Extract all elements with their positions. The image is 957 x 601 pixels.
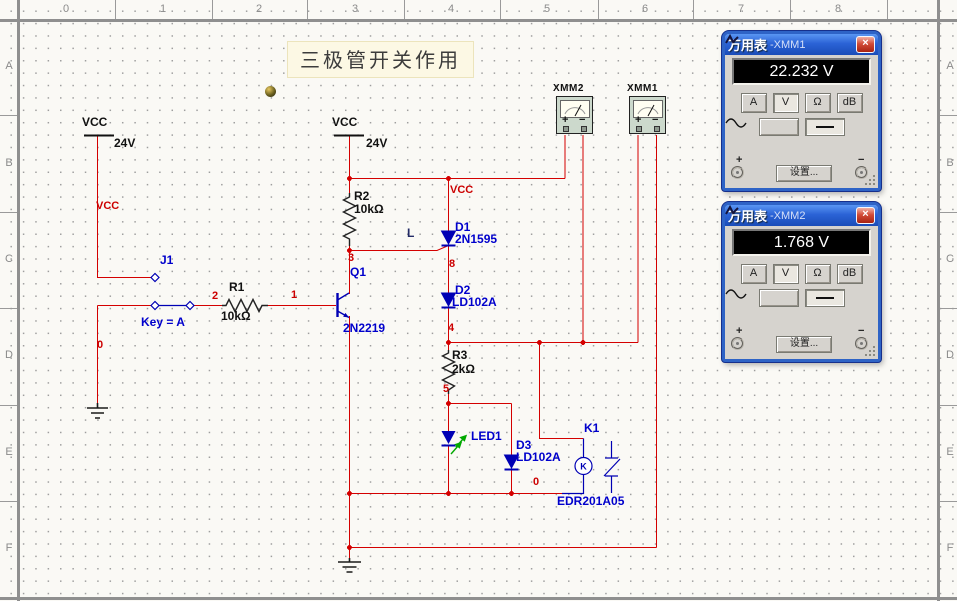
ohm-button[interactable]: Ω xyxy=(804,93,831,113)
switch-j1-key[interactable]: Key = A xyxy=(141,316,185,328)
minus-sign: − xyxy=(652,114,659,126)
close-button[interactable]: × xyxy=(856,207,875,224)
diode-d3-value[interactable]: LD102A xyxy=(516,451,561,463)
net-label-3[interactable]: 3 xyxy=(348,252,354,264)
multimeter-panel-xmm2[interactable]: 万用表 -XMM2 × 1.768 V A V Ω dB + − 设置... xyxy=(722,202,881,362)
net-label-l[interactable]: L xyxy=(407,227,414,239)
plus-terminal-sign: + xyxy=(736,154,743,166)
multimeter-app-icon xyxy=(725,34,739,44)
resistor-r1-value[interactable]: 10kΩ xyxy=(221,310,251,322)
resize-grip[interactable] xyxy=(864,174,876,186)
multimeter-panel-xmm1[interactable]: 万用表 -XMM1 × 22.232 V A V Ω dB + − 设置... xyxy=(722,31,881,191)
multimeter-icon-xmm2[interactable]: + − xyxy=(556,96,593,134)
resistor-r1-ref[interactable]: R1 xyxy=(229,281,244,293)
plus-terminal[interactable] xyxy=(731,166,744,179)
plus-sign: + xyxy=(562,114,569,126)
sine-wave-icon xyxy=(725,289,747,299)
schematic-title-note[interactable]: 三极管开关作用 xyxy=(287,41,474,78)
db-button[interactable]: dB xyxy=(836,93,863,113)
signal-button-row xyxy=(725,118,878,136)
ground-symbols[interactable] xyxy=(87,403,361,573)
diode-d1-value[interactable]: 2N1595 xyxy=(455,233,497,245)
meter-terminal-plus[interactable] xyxy=(563,126,569,132)
meter-terminal-minus[interactable] xyxy=(581,126,587,132)
multimeter-app-icon xyxy=(725,205,739,215)
minus-sign: − xyxy=(579,114,586,126)
net-label-1[interactable]: 1 xyxy=(291,289,297,301)
mode-button-row: A V Ω dB xyxy=(725,264,878,284)
instrument-xmm2-label[interactable]: XMM2 xyxy=(553,83,584,95)
net-label-vcc-left[interactable]: VCC xyxy=(96,200,119,212)
resistor-r2-value[interactable]: 10kΩ xyxy=(354,203,384,215)
schematic-canvas[interactable]: 0 1 2 3 4 5 6 7 8 A B C D E F A B C D E … xyxy=(0,0,957,601)
meter-terminal-minus[interactable] xyxy=(654,126,660,132)
ac-mode-button[interactable] xyxy=(725,289,799,307)
ampere-button[interactable]: A xyxy=(740,93,767,113)
marker-dot-icon[interactable] xyxy=(265,86,276,97)
resistor-r2-ref[interactable]: R2 xyxy=(354,190,369,202)
mode-button-row: A V Ω dB xyxy=(725,93,878,113)
minus-terminal-sign: − xyxy=(858,154,865,166)
resize-grip[interactable] xyxy=(864,345,876,357)
net-label-8[interactable]: 8 xyxy=(449,258,455,270)
settings-button[interactable]: 设置... xyxy=(776,165,832,182)
vcc-left-label[interactable]: VCC xyxy=(82,116,107,128)
resistor-r3-ref[interactable]: R3 xyxy=(452,349,467,361)
multimeter-icon-xmm1[interactable]: + − xyxy=(629,96,666,134)
diode-d1-symbol[interactable] xyxy=(440,230,457,247)
resistor-r3-value[interactable]: 2kΩ xyxy=(452,363,475,375)
relay-contact-icon xyxy=(603,441,621,493)
sine-wave-icon xyxy=(725,118,747,128)
dc-line-icon xyxy=(815,126,834,128)
volt-button[interactable]: V xyxy=(772,93,799,113)
vcc-mid-value[interactable]: 24V xyxy=(366,137,387,149)
titlebar[interactable]: 万用表 -XMM2 × xyxy=(725,205,878,226)
led1-ref[interactable]: LED1 xyxy=(471,430,502,442)
signal-button-row xyxy=(725,289,878,307)
relay-k1-ref[interactable]: K1 xyxy=(584,422,599,434)
relay-k1-symbol[interactable]: K xyxy=(562,438,621,495)
led1-symbol[interactable] xyxy=(441,431,468,455)
dc-line-icon xyxy=(815,297,834,299)
db-button[interactable]: dB xyxy=(836,264,863,284)
net-label-4[interactable]: 4 xyxy=(448,322,454,334)
dc-mode-button[interactable] xyxy=(804,289,845,307)
net-label-0-right[interactable]: 0 xyxy=(533,476,539,488)
net-label-0-left[interactable]: 0 xyxy=(97,339,103,351)
relay-coil-letter: K xyxy=(580,462,587,472)
dc-mode-button[interactable] xyxy=(804,118,845,136)
transistor-q1-ref[interactable]: Q1 xyxy=(350,266,366,278)
transistor-q1-value[interactable]: 2N2219 xyxy=(343,322,385,334)
volt-button[interactable]: V xyxy=(772,264,799,284)
plus-terminal-sign: + xyxy=(736,325,743,337)
net-label-2[interactable]: 2 xyxy=(212,290,218,302)
net-label-vcc-mid[interactable]: VCC xyxy=(450,184,473,196)
ampere-button[interactable]: A xyxy=(740,264,767,284)
ac-mode-button[interactable] xyxy=(725,118,799,136)
reading-display: 1.768 V xyxy=(732,229,871,256)
switch-j1-ref[interactable]: J1 xyxy=(160,254,173,266)
switch-j1-symbol[interactable] xyxy=(150,272,195,311)
transistor-q1-symbol[interactable] xyxy=(336,292,350,319)
reading-display: 22.232 V xyxy=(732,58,871,85)
settings-button[interactable]: 设置... xyxy=(776,336,832,353)
plus-terminal[interactable] xyxy=(731,337,744,350)
plus-sign: + xyxy=(635,114,642,126)
ohm-button[interactable]: Ω xyxy=(804,264,831,284)
relay-k1-value[interactable]: EDR201A05 xyxy=(557,495,624,507)
meter-terminal-plus[interactable] xyxy=(636,126,642,132)
window-title-suffix: -XMM1 xyxy=(770,38,806,51)
instrument-xmm1-label[interactable]: XMM1 xyxy=(627,83,658,95)
titlebar[interactable]: 万用表 -XMM1 × xyxy=(725,34,878,55)
window-title-suffix: -XMM2 xyxy=(770,209,806,222)
vcc-mid-label[interactable]: VCC xyxy=(332,116,357,128)
diode-d2-value[interactable]: LD102A xyxy=(452,296,497,308)
minus-terminal-sign: − xyxy=(858,325,865,337)
close-button[interactable]: × xyxy=(856,36,875,53)
vcc-left-value[interactable]: 24V xyxy=(114,137,135,149)
net-label-5[interactable]: 5 xyxy=(443,383,449,395)
